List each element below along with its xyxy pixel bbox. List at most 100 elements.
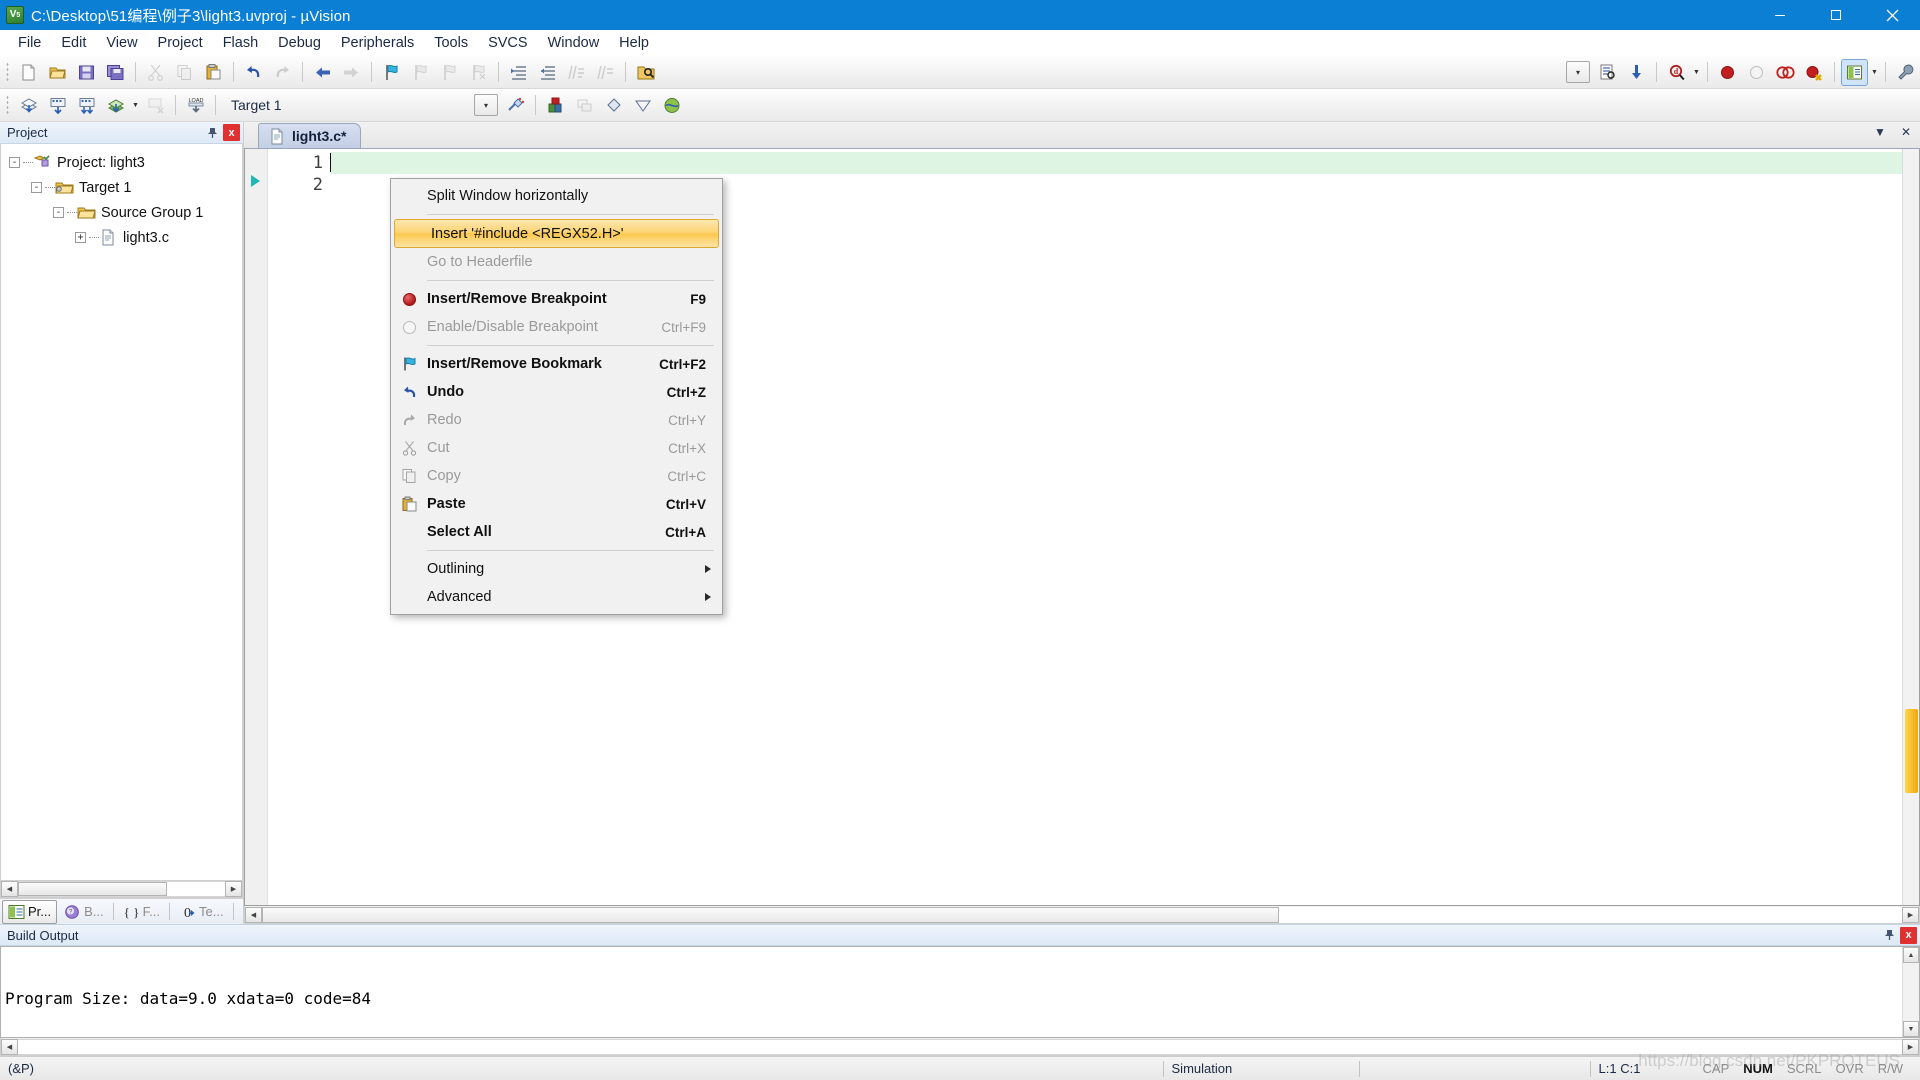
scroll-left-icon[interactable]: ◀ bbox=[245, 906, 262, 923]
pin-icon[interactable] bbox=[204, 124, 221, 141]
scroll-track[interactable] bbox=[18, 881, 225, 897]
download-icon[interactable]: LOAD bbox=[182, 92, 209, 119]
cut-icon[interactable] bbox=[142, 59, 169, 86]
chevron-down-icon[interactable]: ▼ bbox=[1872, 125, 1888, 139]
target-selector-value[interactable]: Target 1 bbox=[221, 97, 471, 113]
save-icon[interactable] bbox=[73, 59, 100, 86]
scroll-track[interactable] bbox=[262, 906, 1902, 923]
context-menu-item-split-window[interactable]: Split Window horizontally bbox=[391, 182, 722, 210]
tab-books[interactable]: ? B... bbox=[58, 900, 110, 924]
disable-all-breakpoints-icon[interactable] bbox=[1801, 59, 1828, 86]
scroll-track[interactable] bbox=[18, 1038, 1902, 1055]
project-tree[interactable]: - Project: light3 - Target 1 - Source Gr… bbox=[0, 144, 243, 880]
redo-arrow-icon[interactable] bbox=[269, 59, 296, 86]
tree-node-light3-c[interactable]: + light3.c bbox=[1, 225, 242, 250]
project-window-icon[interactable] bbox=[1841, 58, 1868, 86]
scroll-right-icon[interactable]: ▶ bbox=[1902, 906, 1919, 923]
context-menu-item-outlining[interactable]: Outlining bbox=[391, 555, 722, 583]
editor-vscrollbar[interactable] bbox=[1902, 149, 1919, 905]
scroll-right-icon[interactable]: ▶ bbox=[1902, 1038, 1919, 1055]
build-output-hscrollbar[interactable]: ◀ ▶ bbox=[0, 1038, 1920, 1056]
scroll-up-icon[interactable]: ▲ bbox=[1903, 947, 1919, 963]
find-in-files-icon[interactable] bbox=[632, 59, 659, 86]
context-menu-item-paste[interactable]: Paste Ctrl+V bbox=[391, 490, 722, 518]
manage-multi-icon[interactable] bbox=[571, 92, 598, 119]
menu-debug[interactable]: Debug bbox=[268, 33, 331, 53]
manage-components-icon[interactable] bbox=[542, 92, 569, 119]
context-menu-item-redo[interactable]: Redo Ctrl+Y bbox=[391, 406, 722, 434]
outdent-icon[interactable] bbox=[534, 59, 561, 86]
menu-view[interactable]: View bbox=[96, 33, 147, 53]
editor-hscrollbar[interactable]: ◀ ▶ bbox=[244, 906, 1920, 924]
context-menu-item-cut[interactable]: Cut Ctrl+X bbox=[391, 434, 722, 462]
insert-breakpoint-icon[interactable] bbox=[1714, 59, 1741, 86]
project-window-caret[interactable]: ▼ bbox=[1869, 59, 1880, 86]
menu-edit[interactable]: Edit bbox=[51, 33, 96, 53]
kill-all-breakpoints-icon[interactable] bbox=[1772, 59, 1799, 86]
minimize-icon[interactable] bbox=[1752, 0, 1808, 30]
bookmark-prev-icon[interactable] bbox=[407, 59, 434, 86]
rebuild-all-icon[interactable] bbox=[73, 92, 100, 119]
toolbar-grip[interactable] bbox=[4, 61, 11, 83]
debug-download-icon[interactable] bbox=[1623, 59, 1650, 86]
navigate-back-icon[interactable] bbox=[309, 59, 336, 86]
scroll-thumb[interactable] bbox=[18, 882, 168, 896]
find-dropdown-caret[interactable]: ▼ bbox=[1691, 59, 1702, 86]
copy-icon[interactable] bbox=[171, 59, 198, 86]
book-icon[interactable] bbox=[600, 92, 627, 119]
wrench-settings-icon[interactable] bbox=[1892, 59, 1919, 86]
menu-peripherals[interactable]: Peripherals bbox=[331, 33, 424, 53]
breakpoint-gutter[interactable] bbox=[245, 149, 268, 905]
context-menu-item-enable-disable-breakpoint[interactable]: Enable/Disable Breakpoint Ctrl+F9 bbox=[391, 313, 722, 341]
uncomment-icon[interactable] bbox=[592, 59, 619, 86]
expander-icon[interactable]: - bbox=[9, 157, 20, 168]
menu-window[interactable]: Window bbox=[538, 33, 610, 53]
menu-file[interactable]: File bbox=[8, 33, 51, 53]
menu-svcs[interactable]: SVCS bbox=[478, 33, 538, 53]
project-hscrollbar[interactable]: ◀ ▶ bbox=[0, 880, 243, 898]
undo-arrow-icon[interactable] bbox=[240, 59, 267, 86]
tree-node-source-group[interactable]: - Source Group 1 bbox=[1, 200, 242, 225]
context-menu-item-select-all[interactable]: Select All Ctrl+A bbox=[391, 518, 722, 546]
configure-icon[interactable] bbox=[1594, 59, 1621, 86]
context-menu-item-go-to-headerfile[interactable]: Go to Headerfile bbox=[391, 248, 722, 276]
close-icon[interactable]: ✕ bbox=[1898, 125, 1914, 139]
pin-icon[interactable] bbox=[1881, 927, 1898, 944]
tab-functions[interactable]: { } F... bbox=[117, 900, 166, 924]
bookmark-clear-icon[interactable] bbox=[465, 59, 492, 86]
build-output-vscrollbar[interactable]: ▲ ▼ bbox=[1902, 947, 1919, 1037]
context-menu-item-insert-remove-breakpoint[interactable]: Insert/Remove Breakpoint F9 bbox=[391, 285, 722, 313]
build-output-body[interactable]: Program Size: data=9.0 xdata=0 code=84 c… bbox=[0, 946, 1920, 1068]
context-menu-item-advanced[interactable]: Advanced bbox=[391, 583, 722, 611]
batch-build-icon[interactable] bbox=[102, 92, 129, 119]
scroll-thumb[interactable] bbox=[1905, 709, 1918, 793]
menu-help[interactable]: Help bbox=[609, 33, 659, 53]
menu-tools[interactable]: Tools bbox=[424, 33, 478, 53]
scroll-left-icon[interactable]: ◀ bbox=[1, 1038, 18, 1055]
scroll-thumb[interactable] bbox=[262, 906, 1279, 923]
scroll-right-icon[interactable]: ▶ bbox=[225, 881, 242, 897]
expander-icon[interactable]: - bbox=[53, 207, 64, 218]
toolbar-grip[interactable] bbox=[4, 94, 11, 116]
indent-icon[interactable] bbox=[505, 59, 532, 86]
expander-icon[interactable]: + bbox=[75, 232, 86, 243]
find-icon[interactable]: d bbox=[1663, 59, 1690, 86]
scroll-left-icon[interactable]: ◀ bbox=[1, 881, 18, 897]
scroll-down-icon[interactable]: ▼ bbox=[1903, 1021, 1919, 1037]
menu-flash[interactable]: Flash bbox=[213, 33, 268, 53]
translate-file-icon[interactable] bbox=[15, 92, 42, 119]
chevron-down-icon[interactable]: ▾ bbox=[474, 94, 498, 116]
close-icon[interactable] bbox=[1864, 0, 1920, 30]
tab-templates[interactable]: 0 Te... bbox=[173, 900, 230, 924]
close-icon[interactable]: x bbox=[1900, 926, 1917, 944]
batch-build-caret[interactable]: ▼ bbox=[130, 92, 141, 119]
tab-project[interactable]: Pr... bbox=[2, 899, 58, 924]
new-file-icon[interactable] bbox=[15, 59, 42, 86]
close-icon[interactable]: x bbox=[223, 124, 240, 141]
disable-breakpoint-icon[interactable] bbox=[1743, 59, 1770, 86]
menu-project[interactable]: Project bbox=[148, 33, 213, 53]
tree-node-project[interactable]: - Project: light3 bbox=[1, 150, 242, 175]
dropdown-box-icon[interactable]: ▾ bbox=[1566, 61, 1590, 83]
context-menu-item-insert-remove-bookmark[interactable]: Insert/Remove Bookmark Ctrl+F2 bbox=[391, 350, 722, 378]
options-target-icon[interactable] bbox=[502, 92, 529, 119]
